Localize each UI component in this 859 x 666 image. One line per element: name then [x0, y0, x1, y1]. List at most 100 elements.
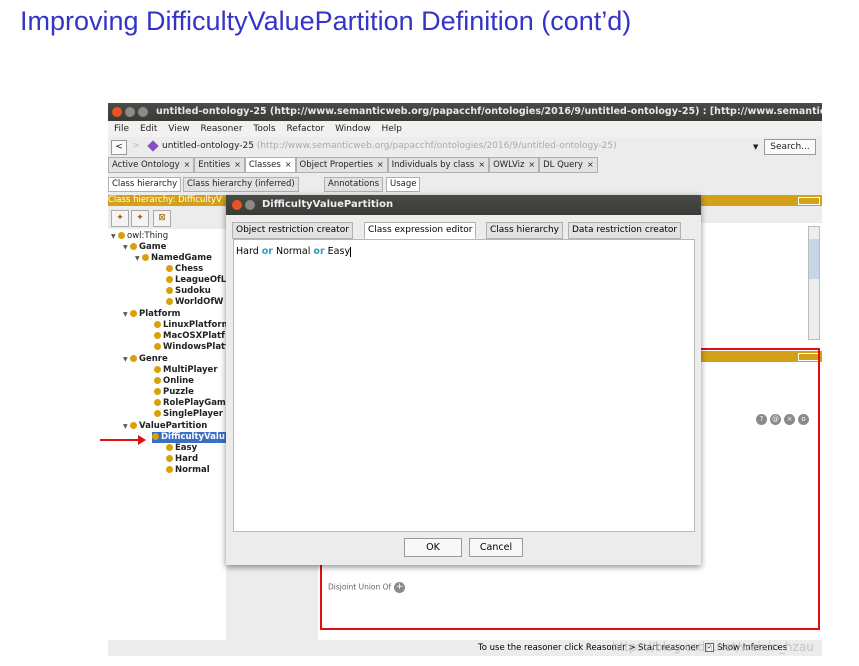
tab-entities[interactable]: Entities ×	[194, 157, 245, 173]
class-icon	[130, 310, 137, 317]
menu-reasoner[interactable]: Reasoner	[200, 121, 242, 137]
tab-active-ontology[interactable]: Active Ontology ×	[108, 157, 195, 173]
close-icon[interactable]: ×	[234, 160, 241, 169]
forward-button[interactable]: >	[130, 140, 142, 153]
active-ontology-selector[interactable]: untitled-ontology-25 (http://www.semanti…	[162, 141, 617, 151]
tree-item-label: NamedGame	[151, 253, 212, 263]
window-maximize-button[interactable]	[138, 107, 148, 117]
menu-refactor[interactable]: Refactor	[286, 121, 324, 137]
search-button[interactable]: Search...	[764, 139, 816, 155]
close-icon[interactable]: ×	[478, 160, 485, 169]
ok-button[interactable]: OK	[404, 538, 462, 557]
dialog-close-button[interactable]	[232, 200, 242, 210]
tree-item-linuxplatform[interactable]: LinuxPlatform	[154, 320, 226, 331]
class-icon	[130, 355, 137, 362]
tree-item-label: Puzzle	[163, 387, 194, 397]
tree-item-normal[interactable]: Normal	[166, 465, 210, 476]
menu-view[interactable]: View	[168, 121, 189, 137]
tree-item-owl-thing[interactable]: owl:Thing	[118, 231, 168, 242]
tree-item-label: WorldOfW	[175, 297, 224, 307]
tree-item-label: MultiPlayer	[163, 365, 218, 375]
close-icon[interactable]: ×	[587, 160, 594, 169]
tree-item-puzzle[interactable]: Puzzle	[154, 387, 194, 398]
tree-item-roleplaygame[interactable]: RolePlayGam	[154, 398, 226, 409]
expand-icon[interactable]: ▼	[111, 233, 116, 240]
tab-bar: Active Ontology × Entities × Classes × Object …	[108, 157, 822, 173]
tree-item-online[interactable]: Online	[154, 376, 194, 387]
ontology-iri: (http://www.semanticweb.org/papacchf/ont…	[256, 141, 617, 151]
close-icon[interactable]: ×	[528, 160, 535, 169]
chevron-down-icon[interactable]: ▼	[753, 143, 758, 151]
tree-item-leagueoflegends[interactable]: LeagueOfL	[166, 275, 226, 286]
tab-class-expression-editor[interactable]: Class expression editor	[364, 222, 477, 239]
tree-item-namedgame[interactable]: NamedGame	[142, 253, 212, 264]
window-minimize-button[interactable]	[125, 107, 135, 117]
tab-usage[interactable]: Usage	[386, 177, 421, 192]
tab-dl-query[interactable]: DL Query ×	[539, 157, 598, 173]
window-close-button[interactable]	[112, 107, 122, 117]
tab-classes[interactable]: Classes ×	[244, 157, 296, 173]
tab-owlviz[interactable]: OWLViz ×	[489, 157, 540, 173]
scrollbar-thumb[interactable]	[809, 239, 819, 279]
expand-icon[interactable]: ▼	[123, 356, 128, 363]
tree-item-sudoku[interactable]: Sudoku	[166, 286, 211, 297]
tree-item-label: Normal	[175, 465, 210, 475]
tab-label: Individuals by class	[391, 160, 475, 170]
tree-item-singleplayer[interactable]: SinglePlayer	[154, 409, 223, 420]
tree-item-macosxplatform[interactable]: MacOSXPlatf	[154, 331, 225, 342]
close-icon[interactable]: ×	[377, 160, 384, 169]
tab-class-hierarchy[interactable]: Class hierarchy	[108, 177, 182, 192]
tab-annotations[interactable]: Annotations	[324, 177, 384, 192]
tab-object-properties[interactable]: Object Properties ×	[295, 157, 388, 173]
tab-individuals-by-class[interactable]: Individuals by class ×	[387, 157, 490, 173]
expand-icon[interactable]: ▼	[135, 255, 140, 262]
expr-class-normal: Normal	[276, 246, 311, 257]
class-icon	[166, 455, 173, 462]
class-icon	[154, 399, 161, 406]
tree-item-valuepartition[interactable]: ValuePartition	[130, 421, 207, 432]
dialog-minimize-button[interactable]	[245, 200, 255, 210]
menu-file[interactable]: File	[114, 121, 129, 137]
back-button[interactable]: <	[111, 140, 127, 155]
close-icon[interactable]: ×	[184, 160, 191, 169]
expand-icon[interactable]: ▼	[123, 311, 128, 318]
panel-controls-icon[interactable]	[798, 197, 820, 205]
add-subclass-icon[interactable]: ✦	[111, 210, 129, 227]
tab-class-hierarchy-inferred[interactable]: Class hierarchy (inferred)	[183, 177, 299, 192]
dialog-titlebar: DifficultyValuePartition	[226, 195, 701, 215]
tree-item-label: LeagueOfL	[175, 275, 226, 285]
tree-item-label: LinuxPlatform	[163, 320, 226, 330]
tree-item-label: ValuePartition	[139, 421, 208, 431]
tree-item-hard[interactable]: Hard	[166, 454, 198, 465]
class-icon	[154, 343, 161, 350]
class-hierarchy-header-label: Class hierarchy: DifficultyV	[108, 195, 222, 205]
tab-object-restriction-creator[interactable]: Object restriction creator	[232, 222, 353, 239]
tree-item-easy[interactable]: Easy	[166, 443, 197, 454]
annotations-scrollbar[interactable]	[808, 226, 820, 340]
tree-item-platform[interactable]: Platform	[130, 309, 181, 320]
tree-item-multiplayer[interactable]: MultiPlayer	[154, 365, 218, 376]
menu-window[interactable]: Window	[335, 121, 371, 137]
close-icon[interactable]: ×	[285, 160, 292, 169]
cancel-button[interactable]: Cancel	[469, 538, 523, 557]
menu-help[interactable]: Help	[381, 121, 402, 137]
expand-icon[interactable]: ▼	[123, 423, 128, 430]
view-subtabs: Class hierarchy Class hierarchy (inferre…	[108, 177, 822, 192]
delete-class-icon[interactable]: ⊠	[153, 210, 171, 227]
expr-class-easy: Easy	[327, 246, 351, 257]
tree-item-windowsplatform[interactable]: WindowsPlatf	[154, 342, 226, 353]
add-icon[interactable]: +	[394, 582, 406, 593]
tree-item-worldof[interactable]: WorldOfW	[166, 297, 223, 308]
menu-edit[interactable]: Edit	[140, 121, 157, 137]
dialog-title: DifficultyValuePartition	[262, 199, 394, 210]
menu-tools[interactable]: Tools	[253, 121, 275, 137]
tree-item-game[interactable]: Game	[130, 242, 166, 253]
tree-item-chess[interactable]: Chess	[166, 264, 203, 275]
class-expression-input[interactable]: Hard or Normal or Easy	[233, 239, 695, 532]
expand-icon[interactable]: ▼	[123, 244, 128, 251]
add-sibling-icon[interactable]: ✦	[131, 210, 149, 227]
tab-data-restriction-creator[interactable]: Data restriction creator	[568, 222, 682, 239]
tree-item-genre[interactable]: Genre	[130, 354, 168, 365]
tree-item-difficultyvaluepartition[interactable]: DifficultyValu	[152, 432, 226, 443]
tab-class-hierarchy-dialog[interactable]: Class hierarchy	[486, 222, 563, 239]
